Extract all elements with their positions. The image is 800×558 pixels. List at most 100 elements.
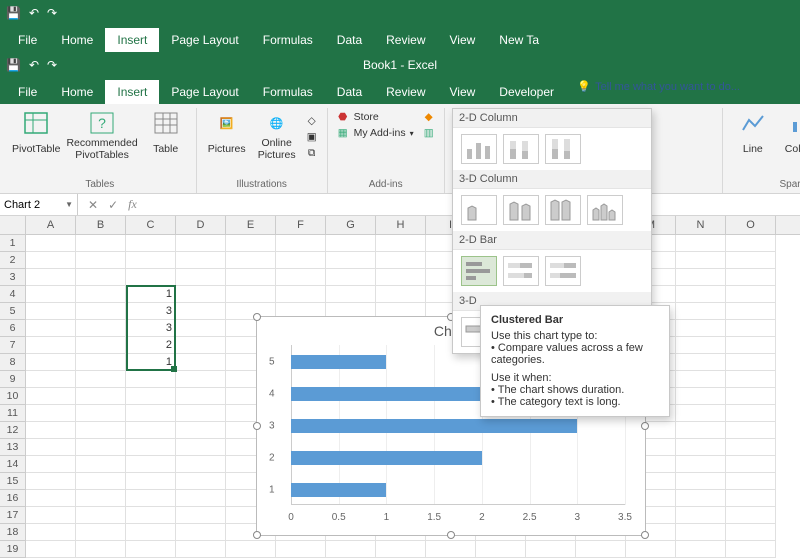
cell[interactable] [726,524,776,541]
cell[interactable] [76,439,126,456]
screenshot-button[interactable]: ⧉ [305,146,319,160]
row-header[interactable]: 1 [0,235,26,252]
cell[interactable] [126,507,176,524]
tab-review[interactable]: Review [374,80,437,104]
cell[interactable] [176,286,226,303]
cell[interactable]: 1 [126,286,176,303]
tab-data[interactable]: Data [325,28,374,52]
cell[interactable] [376,269,426,286]
cell[interactable] [76,490,126,507]
select-all-corner[interactable] [0,216,26,234]
tab-insert[interactable]: Insert [105,80,159,104]
cell[interactable] [226,286,276,303]
cell[interactable] [76,337,126,354]
name-box-input[interactable] [4,199,54,211]
cell[interactable] [226,235,276,252]
cell[interactable] [126,541,176,558]
chevron-down-icon[interactable]: ▼ [65,200,73,209]
cell[interactable] [676,269,726,286]
cell[interactable] [676,286,726,303]
cell[interactable] [126,269,176,286]
row-header[interactable]: 9 [0,371,26,388]
cell[interactable] [26,388,76,405]
cell[interactable] [376,541,426,558]
cell[interactable] [76,405,126,422]
chart-bar[interactable] [291,419,577,433]
3d-clustered-column-option[interactable] [461,195,497,225]
cell[interactable] [726,439,776,456]
cell[interactable] [26,507,76,524]
cell[interactable] [176,422,226,439]
column-header[interactable]: E [226,216,276,234]
cell[interactable] [126,439,176,456]
cell[interactable] [76,354,126,371]
column-header[interactable]: H [376,216,426,234]
cell[interactable] [76,320,126,337]
cell[interactable] [676,388,726,405]
cell[interactable] [726,388,776,405]
column-header[interactable]: N [676,216,726,234]
cell[interactable] [676,422,726,439]
cell[interactable] [476,541,526,558]
cell[interactable] [226,252,276,269]
cell[interactable] [176,541,226,558]
cell[interactable] [276,541,326,558]
sparkline-line-button[interactable]: Line [731,110,775,162]
cell[interactable] [676,524,726,541]
cell[interactable] [26,252,76,269]
cell[interactable] [726,490,776,507]
cell[interactable] [176,524,226,541]
row-header[interactable]: 18 [0,524,26,541]
cell[interactable] [26,405,76,422]
cell[interactable] [426,541,476,558]
column-header[interactable]: O [726,216,776,234]
row-header[interactable]: 19 [0,541,26,558]
tab-file[interactable]: File [6,80,49,104]
cell[interactable] [76,388,126,405]
tab-data[interactable]: Data [325,80,374,104]
cell[interactable] [126,371,176,388]
cell[interactable] [726,405,776,422]
cell[interactable] [726,337,776,354]
cell[interactable] [326,541,376,558]
cell[interactable] [176,473,226,490]
tab-developer[interactable]: Developer [487,80,566,104]
cell[interactable] [26,439,76,456]
row-header[interactable]: 12 [0,422,26,439]
recommended-pivottables-button[interactable]: ? Recommended PivotTables [66,110,137,162]
cell[interactable] [76,235,126,252]
cell[interactable] [276,252,326,269]
cell[interactable] [26,490,76,507]
cell[interactable] [676,371,726,388]
cell[interactable] [176,507,226,524]
cell[interactable] [376,286,426,303]
tab-page-layout[interactable]: Page Layout [159,28,250,52]
row-header[interactable]: 10 [0,388,26,405]
redo-icon[interactable]: ↷ [47,6,57,20]
sparkline-column-button[interactable]: Column [781,110,800,162]
cell[interactable] [176,252,226,269]
cell[interactable] [726,473,776,490]
cell[interactable] [676,303,726,320]
cell[interactable] [26,286,76,303]
tell-me-search[interactable]: 💡 Tell me what you want to do... [577,80,740,93]
cancel-icon[interactable]: ✕ [88,198,98,212]
cell[interactable] [676,235,726,252]
cell[interactable] [676,320,726,337]
chart-bar[interactable] [291,483,386,497]
tab-view[interactable]: View [438,80,488,104]
row-header[interactable]: 2 [0,252,26,269]
cell[interactable] [726,286,776,303]
cell[interactable] [176,490,226,507]
row-header[interactable]: 17 [0,507,26,524]
row-header[interactable]: 15 [0,473,26,490]
tab-review[interactable]: Review [374,28,437,52]
bing-maps-button[interactable]: ◆ [422,110,436,124]
pictures-button[interactable]: 🖼️ Pictures [205,110,249,162]
cell[interactable] [176,269,226,286]
3d-column-option[interactable] [587,195,623,225]
cell[interactable] [126,422,176,439]
cell[interactable] [126,473,176,490]
clustered-column-option[interactable] [461,134,497,164]
tab-home[interactable]: Home [49,80,105,104]
